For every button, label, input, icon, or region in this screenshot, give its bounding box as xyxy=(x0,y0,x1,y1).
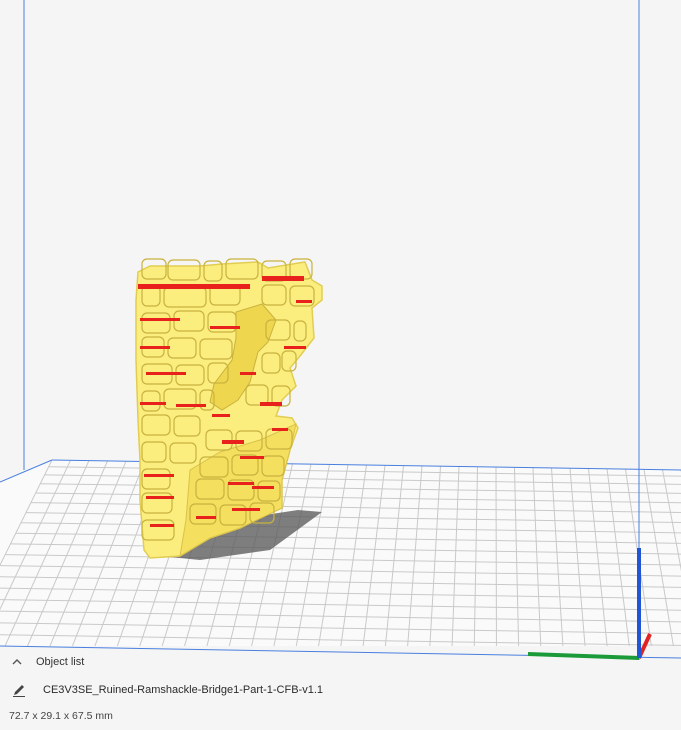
build-plate-scene[interactable] xyxy=(0,0,681,730)
chevron-up-icon[interactable] xyxy=(10,655,24,669)
object-name: CE3V3SE_Ruined-Ramshackle-Bridge1-Part-1… xyxy=(43,684,324,696)
3d-viewport[interactable]: Object list CE3V3SE_Ruined-Ramshackle-Br… xyxy=(0,0,681,730)
object-dimensions: 72.7 x 29.1 x 67.5 mm xyxy=(9,710,113,722)
object-dimensions-row: 72.7 x 29.1 x 67.5 mm xyxy=(0,706,681,726)
object-list-panel: Object list CE3V3SE_Ruined-Ramshackle-Br… xyxy=(0,648,681,730)
pencil-icon[interactable] xyxy=(11,682,27,698)
object-list-toggle[interactable]: Object list xyxy=(0,650,681,674)
object-list-item[interactable]: CE3V3SE_Ruined-Ramshackle-Bridge1-Part-1… xyxy=(0,678,681,702)
object-list-label: Object list xyxy=(36,656,85,668)
